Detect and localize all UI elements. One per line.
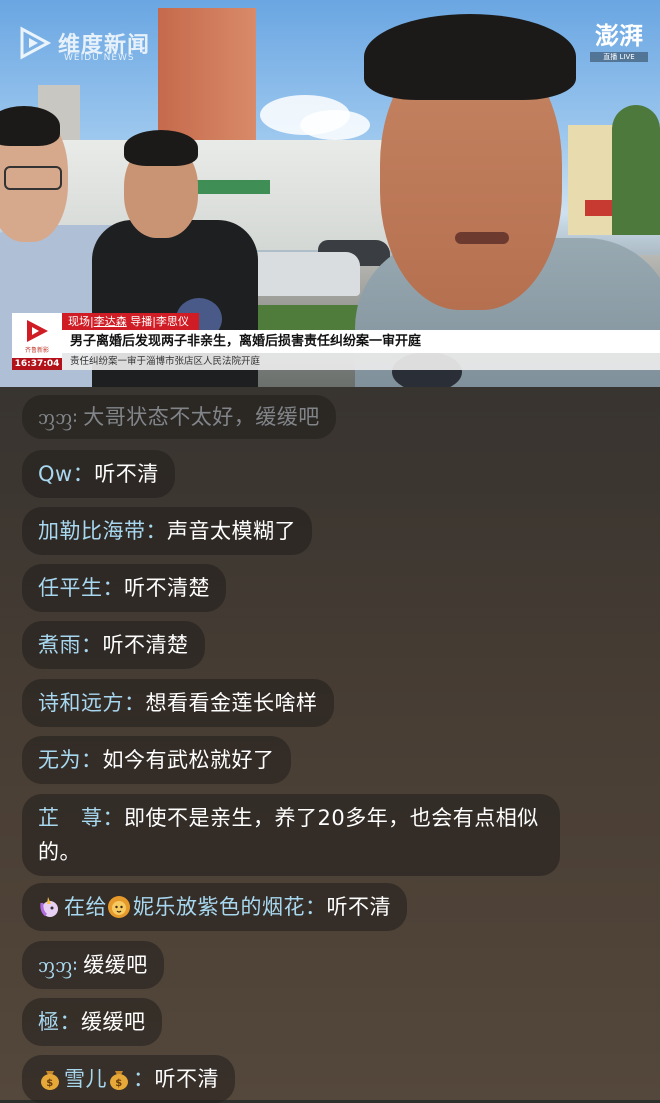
comment-username[interactable]: 无为 bbox=[38, 748, 81, 772]
credits-rest: 导播|李思仪 bbox=[126, 315, 189, 328]
unicorn-icon bbox=[40, 897, 58, 917]
comment-text: 听不清 bbox=[154, 1067, 219, 1091]
comment-username-part[interactable]: 妮乐放紫色的烟花 bbox=[133, 895, 305, 919]
comment-item: $ 雪儿 $ ：听不清 bbox=[22, 1055, 235, 1103]
comment-username[interactable]: 诗和远方 bbox=[38, 691, 124, 715]
comment-username[interactable]: 極 bbox=[38, 1010, 60, 1034]
credits-prefix: 现场| bbox=[68, 315, 94, 328]
comment-separator: ： bbox=[81, 748, 103, 772]
comment-text: 声音太模糊了 bbox=[167, 519, 296, 543]
comment-text: 听不清楚 bbox=[124, 576, 210, 600]
comment-separator: ： bbox=[72, 953, 84, 977]
comment-separator: ： bbox=[145, 519, 167, 543]
svg-text:$: $ bbox=[115, 1078, 122, 1089]
live-comment-feed[interactable]: ᦀᦀ：大哥状态不太好，缓缓吧 Qw：听不清 加勒比海带：声音太模糊了 任平生：听… bbox=[0, 387, 660, 1103]
watermark-subtitle: WEIDU NEWS bbox=[64, 53, 135, 63]
comment-username-part[interactable]: 在给 bbox=[64, 895, 107, 919]
watermark-live-label: 直播 LIVE bbox=[590, 52, 648, 62]
news-headline: 男子离婚后发现两子非亲生，离婚后损害责任纠纷案一审开庭 bbox=[62, 330, 660, 353]
news-subline: 责任纠纷案一审于淄博市张店区人民法院开庭 bbox=[62, 353, 660, 370]
money-bag-icon: $ bbox=[110, 1071, 128, 1090]
comment-item: 任平生：听不清楚 bbox=[22, 564, 226, 612]
comment-separator: ： bbox=[72, 462, 95, 486]
background-tree bbox=[612, 105, 660, 235]
comment-item: 在给 妮乐放紫色的烟花：听不清 bbox=[22, 883, 407, 931]
news-lower-third: 齐鲁新影 16:37:04 现场|李达森 导播|李思仪 男子离婚后发现两子非亲生… bbox=[12, 313, 660, 370]
thepaper-live-watermark: 澎湃 直播 LIVE bbox=[590, 22, 648, 62]
comment-separator: ： bbox=[59, 1010, 81, 1034]
comment-text: 缓缓吧 bbox=[83, 953, 148, 977]
comment-text: 想看看金莲长啥样 bbox=[145, 691, 318, 715]
comment-item: 无为：如今有武松就好了 bbox=[22, 736, 291, 784]
comment-text: 如今有武松就好了 bbox=[102, 748, 275, 772]
comment-username[interactable]: ᦀᦀ bbox=[38, 953, 72, 977]
comment-item: 诗和远方：想看看金莲长啥样 bbox=[22, 679, 334, 727]
comment-username[interactable]: 雪儿 bbox=[64, 1067, 107, 1091]
comment-username[interactable]: 加勒比海带 bbox=[38, 519, 146, 543]
comment-item: 極：缓缓吧 bbox=[22, 998, 162, 1046]
live-video-player[interactable]: 维度新闻 WEIDU NEWS 澎湃 直播 LIVE 齐鲁新影 16:37:04… bbox=[0, 0, 660, 387]
comment-item: 加勒比海带：声音太模糊了 bbox=[22, 507, 312, 555]
comment-item: ᦀᦀ：大哥状态不太好，缓缓吧 bbox=[22, 395, 336, 439]
watermark-brand: 澎湃 bbox=[595, 21, 643, 50]
comment-separator: ： bbox=[133, 1067, 155, 1091]
comment-separator: ： bbox=[72, 405, 84, 429]
comment-separator: ： bbox=[124, 691, 146, 715]
comment-item: ᦀᦀ：缓缓吧 bbox=[22, 941, 164, 989]
play-logo-icon bbox=[20, 26, 52, 60]
comment-text: 听不清 bbox=[94, 462, 159, 486]
live-timestamp: 16:37:04 bbox=[12, 358, 62, 370]
comment-username[interactable]: 煮雨 bbox=[38, 633, 81, 657]
comment-text: 缓缓吧 bbox=[81, 1010, 146, 1034]
comment-username[interactable]: 芷 荨 bbox=[38, 806, 103, 830]
svg-text:$: $ bbox=[46, 1078, 53, 1089]
credits-reporter: 李达森 bbox=[93, 315, 127, 328]
comment-text: 大哥状态不太好，缓缓吧 bbox=[83, 405, 320, 429]
comment-separator: ： bbox=[102, 806, 124, 830]
comment-username[interactable]: Qw bbox=[38, 462, 73, 486]
money-bag-icon: $ bbox=[41, 1071, 59, 1090]
channel-logo-label: 齐鲁新影 bbox=[24, 346, 49, 354]
comment-text: 听不清 bbox=[326, 895, 391, 919]
background-car bbox=[240, 252, 360, 296]
comment-item: 芷 荨：即使不是亲生，养了20多年，也会有点相似的。 bbox=[22, 794, 560, 876]
comment-separator: ： bbox=[305, 895, 327, 919]
comment-separator: ： bbox=[81, 633, 103, 657]
lion-icon bbox=[108, 896, 130, 918]
comment-username[interactable]: ᦀᦀ bbox=[38, 405, 72, 429]
comment-text: 听不清楚 bbox=[102, 633, 189, 657]
comment-item: 煮雨：听不清楚 bbox=[22, 621, 205, 669]
comment-separator: ： bbox=[102, 576, 124, 600]
comment-username[interactable]: 任平生 bbox=[38, 576, 103, 600]
channel-play-icon bbox=[27, 319, 48, 342]
background-cloud bbox=[300, 110, 370, 140]
channel-logo: 齐鲁新影 bbox=[12, 313, 62, 358]
comment-item: Qw：听不清 bbox=[22, 450, 175, 498]
broadcast-credits: 现场|李达森 导播|李思仪 bbox=[62, 313, 199, 330]
